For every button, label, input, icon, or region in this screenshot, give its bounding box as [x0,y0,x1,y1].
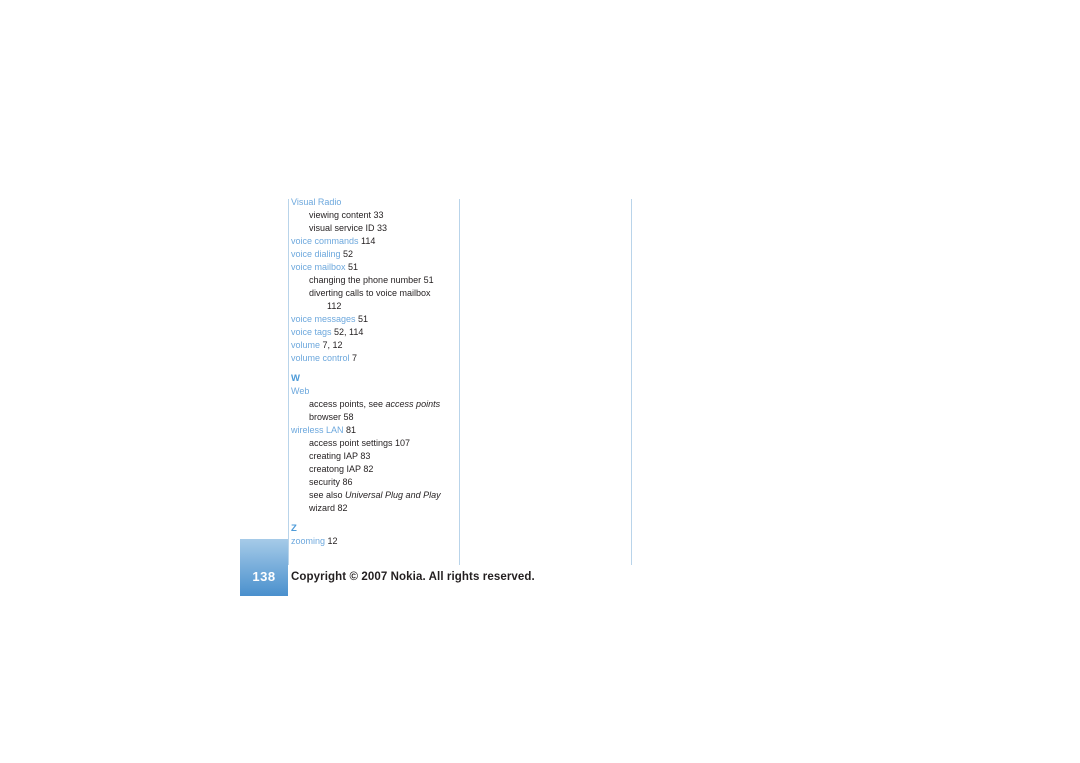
index-entry-sub: 112 [291,300,456,313]
index-entry-sub: security 86 [291,476,456,489]
document-page: Visual Radio viewing content 33 visual ser… [0,0,1080,763]
index-term: volume [291,340,321,350]
index-term: changing the phone number [309,275,422,285]
index-entry-sub: access point settings 107 [291,437,456,450]
index-term: Web [291,386,310,396]
index-entry-sub: diverting calls to voice mailbox [291,287,456,300]
index-term: access point settings [309,438,393,448]
index-entry-sub: browser 58 [291,411,456,424]
page-number: 138 [252,569,276,584]
index-page-ref: 112 [327,301,342,311]
index-term: see also [309,490,346,500]
index-entry-main: voice mailbox 51 [291,261,456,274]
index-entry-main: voice commands 114 [291,235,456,248]
index-page-ref: 107 [392,438,411,448]
index-term: browser [309,412,342,422]
index-entry-sub: viewing content 33 [291,209,456,222]
index-column: Visual Radio viewing content 33 visual ser… [291,196,456,548]
index-term: creating IAP [309,451,358,461]
index-term: creatong IAP [309,464,361,474]
index-page-ref: 12 [325,536,338,546]
index-term: visual service ID [309,223,375,233]
index-term: access points, see [309,399,386,409]
index-term-italic: access points [385,399,441,409]
index-entry-main: volume 7, 12 [291,339,456,352]
index-page-ref: 83 [357,451,371,461]
column-rule-left [288,199,289,565]
index-term: zooming [291,536,326,546]
index-term: voice dialing [291,249,341,259]
index-page-ref: 51 [421,275,434,285]
index-entry-main: voice messages 51 [291,313,456,326]
index-term: voice commands [291,236,359,246]
index-entry-sub: visual service ID 33 [291,222,456,235]
index-term: viewing content [309,210,372,220]
index-page-ref: 86 [340,477,353,487]
index-entry-sub: access points, see access points [291,398,456,411]
index-page-ref: 82 [360,464,374,474]
index-page-ref: 7, 12 [320,340,343,350]
index-entry-main: zooming 12 [291,535,456,548]
index-entry-sub: see also Universal Plug and Play [291,489,456,502]
index-page-ref: 82 [335,503,348,513]
index-term: voice tags [291,327,332,337]
index-page-ref: 52, 114 [331,327,364,337]
index-term: voice mailbox [291,262,346,272]
index-entry-main: volume control 7 [291,352,456,365]
index-term: wizard [309,503,336,513]
index-entry-sub: creatong IAP 82 [291,463,456,476]
index-term-italic: Universal Plug and Play [345,490,441,500]
index-page-ref: 51 [345,262,359,272]
index-page-ref: 33 [374,223,388,233]
index-page-ref: 81 [343,425,357,435]
index-entry-main: wireless LAN 81 [291,424,456,437]
index-entry-main: voice tags 52, 114 [291,326,456,339]
index-term: volume control [291,353,350,363]
index-page-ref: 58 [341,412,354,422]
index-term: diverting calls to voice mailbox [309,288,431,298]
index-page-ref: 7 [349,353,358,363]
index-entry-sub: wizard 82 [291,502,456,515]
copyright-footer: Copyright © 2007 Nokia. All rights reser… [291,571,535,583]
column-rule-middle [459,199,460,565]
index-entry-main: Visual Radio [291,196,456,209]
index-page-ref: 114 [358,236,376,246]
index-letter-heading: W [291,373,300,384]
index-letter-heading: Z [291,523,297,534]
index-entry-main: voice dialing 52 [291,248,456,261]
index-page-ref: 33 [371,210,384,220]
index-term: Visual Radio [291,197,342,207]
index-entry-sub: creating IAP 83 [291,450,456,463]
column-rule-right [631,199,632,565]
index-entry-main: Web [291,385,456,398]
index-term: wireless LAN [291,425,344,435]
index-page-ref: 51 [355,314,369,324]
index-term: voice messages [291,314,356,324]
index-page-ref: 52 [340,249,354,259]
page-number-tab [240,539,288,596]
index-term: security [309,477,341,487]
index-entry-sub: changing the phone number 51 [291,274,456,287]
